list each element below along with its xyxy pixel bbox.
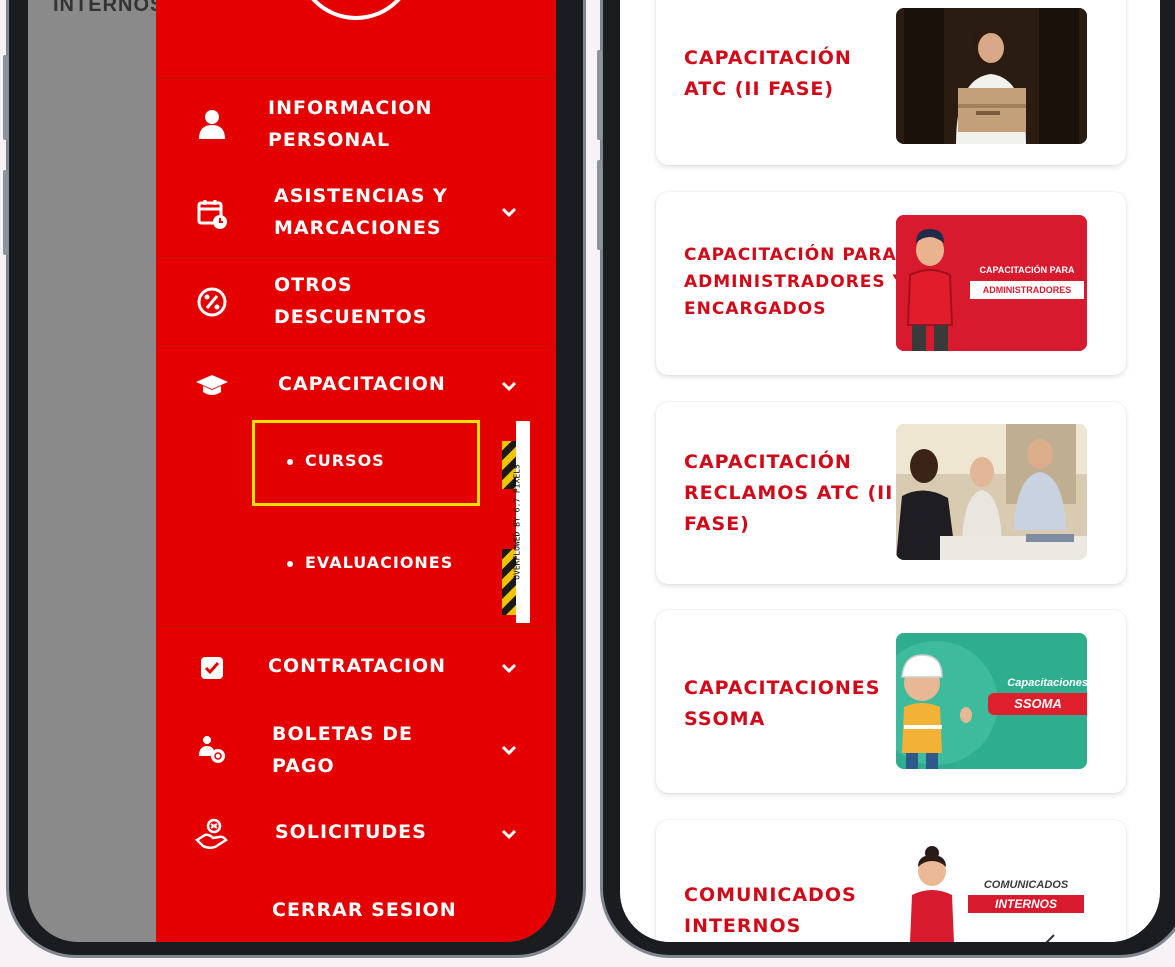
comunicados-mascot-illustration [896,843,1087,942]
thumbnail-caption: CAPACITACIÓN PARA [979,265,1075,275]
menu-item-otros-descuentos[interactable]: OTROS DESCUENTOS [156,269,556,333]
percent-icon [192,282,232,322]
selection-highlight [252,420,480,506]
thumbnail-badge: ADMINISTRADORES [970,281,1084,299]
menu-item-capacitacion[interactable]: CAPACITACION [156,366,556,406]
card-title: FASE) [684,513,750,535]
menu-item-solicitudes[interactable]: SOLICITUDES [156,814,556,854]
side-drawer: INFORMACION PERSONAL ASISTENCIAS Y MARCA… [156,0,556,942]
thumbnail-badge: INTERNOS [968,895,1084,913]
calendar-clock-icon [192,194,232,234]
chevron-down-icon[interactable] [499,740,519,760]
card-title: CAPACITACIÓN PARA [684,245,897,265]
menu-label: OTROS [274,274,353,296]
woman-package-illustration [896,8,1087,144]
phone-side-button [597,160,602,250]
brand-logo [296,0,416,20]
divider [156,344,556,345]
card-title: SSOMA [684,708,766,730]
overflow-warning-text: OVERFLOWED BY 6.7 PIXELS [512,464,522,580]
course-thumbnail: COMUNICADOS INTERNOS [896,843,1087,942]
phone-side-button [3,55,8,140]
submenu-item-evaluaciones[interactable]: EVALUACIONES [287,553,453,572]
course-thumbnail [896,8,1087,144]
course-card[interactable]: CAPACITACIÓN ATC (II FASE) [656,0,1126,165]
phone-side-button [597,50,602,140]
chevron-down-icon[interactable] [499,376,519,396]
menu-label: PAGO [272,755,335,777]
menu-item-boletas-de-pago[interactable]: BOLETAS DE PAGO [156,718,556,782]
divider [156,256,556,257]
card-title: CAPACITACIONES [684,677,881,699]
divider [156,626,556,627]
menu-item-informacion-personal[interactable]: INFORMACION PERSONAL [156,92,556,156]
office-meeting-illustration [896,424,1087,560]
canvas: INTERNOS INFORMACION PERSONAL ASISTENCIA… [0,0,1175,967]
card-title: ATC (II FASE) [684,78,835,100]
background-page-text: INTERNOS [53,0,165,16]
menu-label: CONTRATACION [268,655,447,677]
card-title: RECLAMOS ATC (II [684,482,894,504]
menu-label: ASISTENCIAS Y [274,185,448,207]
bullet-icon [287,560,293,567]
left-phone-screen: INTERNOS INFORMACION PERSONAL ASISTENCIA… [28,0,556,942]
menu-label: CAPACITACION [278,373,446,395]
card-title: CAPACITACIÓN [684,47,852,69]
course-thumbnail [896,424,1087,560]
card-title: ENCARGADOS [684,299,827,319]
menu-label: SOLICITUDES [275,821,427,843]
phone-side-button [3,170,8,255]
thumbnail-caption: COMUNICADOS [983,879,1069,891]
course-card[interactable]: CAPACITACIONES SSOMA Capacitaciones SSOM… [656,610,1126,793]
thumbnail-badge: SSOMA [988,693,1087,715]
payroll-person-icon [192,730,232,770]
submenu-label: EVALUACIONES [305,553,454,572]
chevron-down-icon[interactable] [499,824,519,844]
checkbox-icon [192,648,232,688]
logout-button[interactable]: CERRAR SESION [156,892,556,932]
course-thumbnail: CAPACITACIÓN PARA ADMINISTRADORES [896,215,1087,351]
course-card[interactable]: CAPACITACIÓN RECLAMOS ATC (II FASE) [656,402,1126,584]
card-title: COMUNICADOS [684,884,857,906]
course-card[interactable]: COMUNICADOS INTERNOS COMUNICADOS INTERNO… [656,820,1126,942]
graduation-cap-icon [192,366,232,406]
menu-item-asistencias[interactable]: ASISTENCIAS Y MARCACIONES [156,180,556,244]
card-title: INTERNOS [684,915,802,937]
card-title: ADMINISTRADORES Y [684,272,906,292]
hand-request-icon [192,814,232,854]
chevron-down-icon[interactable] [499,658,519,678]
menu-label: INFORMACION [268,97,433,119]
menu-label: CERRAR SESION [272,899,457,921]
menu-label: DESCUENTOS [274,306,428,328]
card-title: CAPACITACIÓN [684,451,852,473]
menu-label: BOLETAS DE [272,723,413,745]
right-phone-screen: CAPACITACIÓN ATC (II FASE) CAPACITACIÓN … [620,0,1160,942]
user-icon [192,104,232,144]
course-thumbnail: Capacitaciones SSOMA [896,633,1087,769]
menu-label: PERSONAL [268,129,391,151]
divider [156,78,556,79]
course-card[interactable]: CAPACITACIÓN PARA ADMINISTRADORES Y ENCA… [656,192,1126,375]
menu-label: MARCACIONES [274,217,442,239]
menu-item-contratacion[interactable]: CONTRATACION [156,648,556,688]
chevron-down-icon[interactable] [499,202,519,222]
thumbnail-caption: Capacitaciones [1007,677,1087,689]
